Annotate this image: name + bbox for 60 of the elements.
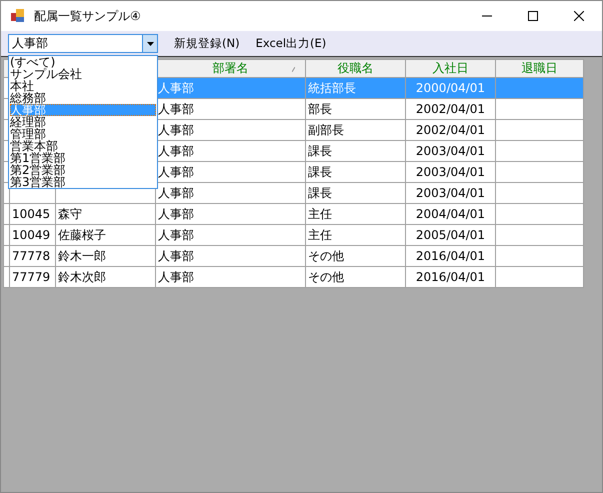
dropdown-arrow-icon xyxy=(146,42,154,46)
column-header[interactable]: 部署名 xyxy=(156,60,306,78)
table-cell: 2016/04/01 xyxy=(416,270,486,284)
table-cell: 人事部 xyxy=(158,144,194,158)
app-icon xyxy=(10,8,26,24)
dropdown-option[interactable]: サンプル会社 xyxy=(10,68,156,80)
table-cell: 主任 xyxy=(308,206,332,220)
dropdown-option[interactable]: (すべて) xyxy=(10,56,156,68)
table-cell: 人事部 xyxy=(158,164,194,178)
table-cell: 2003/04/01 xyxy=(416,144,486,158)
dropdown-option[interactable]: 本社 xyxy=(10,80,156,92)
table-cell: 課長 xyxy=(308,144,332,158)
table-cell: 人事部 xyxy=(158,270,194,284)
dropdown-option[interactable]: 第1営業部 xyxy=(10,152,156,164)
dropdown-option[interactable]: 経理部 xyxy=(10,116,156,128)
table-cell: 人事部 xyxy=(158,206,194,220)
table-cell: 課長 xyxy=(308,164,332,178)
table-cell: 主任 xyxy=(308,228,332,242)
table-cell: 77778 xyxy=(12,249,50,263)
menu-item[interactable]: Excel出力(E) xyxy=(248,36,334,51)
table-cell: 2002/04/01 xyxy=(416,123,486,137)
table-cell: 人事部 xyxy=(158,186,194,200)
table-cell: 2003/04/01 xyxy=(416,186,486,200)
table-cell: 鈴木一郎 xyxy=(58,248,106,262)
table-cell: 統括部長 xyxy=(308,80,356,94)
menu-item[interactable]: 新規登録(N) xyxy=(166,36,248,51)
dropdown-option[interactable]: 第3営業部 xyxy=(10,176,156,188)
table-cell: 77779 xyxy=(12,270,50,284)
dropdown-option[interactable]: 管理部 xyxy=(10,128,156,140)
table-cell: 課長 xyxy=(308,186,332,200)
table-cell: 人事部 xyxy=(158,102,194,116)
window-title: 配属一覧サンプル④ xyxy=(34,8,141,24)
table-cell: 部長 xyxy=(308,102,332,116)
table-cell: 人事部 xyxy=(158,122,194,136)
dropdown-option[interactable]: 第2営業部 xyxy=(10,164,156,176)
table-cell: 2000/04/01 xyxy=(416,81,486,95)
table-cell: 人事部 xyxy=(158,228,194,242)
table-cell: 2004/04/01 xyxy=(416,207,486,221)
maximize-icon xyxy=(528,11,538,21)
column-header[interactable]: 役職名 xyxy=(306,60,406,78)
department-combo[interactable]: 人事部 xyxy=(8,34,158,53)
dropdown-option[interactable]: 営業本部 xyxy=(10,140,156,152)
table-cell: 人事部 xyxy=(158,80,194,94)
table-cell: 2016/04/01 xyxy=(416,249,486,263)
table-cell: 副部長 xyxy=(308,122,344,136)
table-cell: 2005/04/01 xyxy=(416,228,486,242)
table-cell: その他 xyxy=(308,270,344,284)
table-cell: 人事部 xyxy=(158,248,194,262)
column-header[interactable]: 退職日 xyxy=(496,60,584,78)
table-cell: 森守 xyxy=(58,206,82,220)
table-cell: 10045 xyxy=(12,207,50,221)
dropdown-option[interactable]: 総務部 xyxy=(10,92,156,104)
table-cell: 2003/04/01 xyxy=(416,165,486,179)
table-cell: 佐藤桜子 xyxy=(58,228,106,242)
column-header[interactable]: 入社日 xyxy=(406,60,496,78)
table-cell: その他 xyxy=(308,248,344,262)
close-icon xyxy=(574,11,584,21)
table-cell: 10049 xyxy=(12,228,50,242)
table-cell: 鈴木次郎 xyxy=(58,270,106,284)
table-cell: 2002/04/01 xyxy=(416,102,486,116)
